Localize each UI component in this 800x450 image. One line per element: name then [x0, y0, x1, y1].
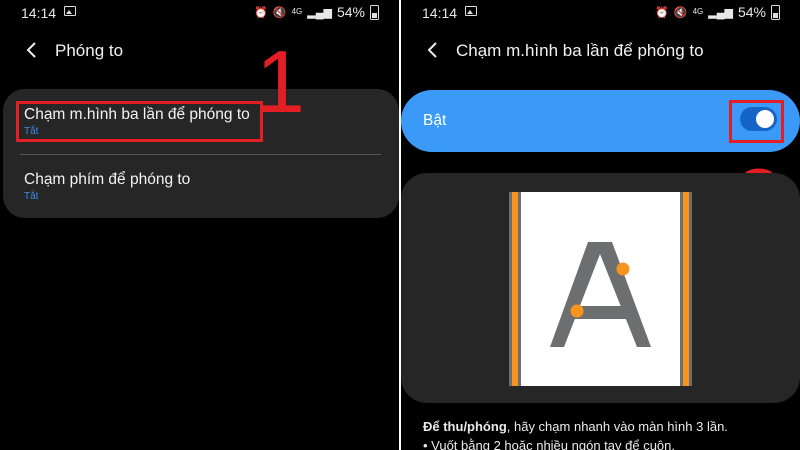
back-arrow-icon[interactable]: [24, 40, 40, 60]
network-label: 4G: [692, 7, 704, 16]
mute-icon: 🔇: [673, 6, 688, 19]
divider: [20, 154, 381, 155]
status-time: 14:14: [422, 5, 458, 21]
alarm-icon: ⏰: [655, 6, 669, 19]
signal-icon: ▂▄▆: [307, 6, 332, 19]
touch-point-icon: [616, 262, 630, 276]
list-item-button-zoom[interactable]: Chạm phím để phóng to Tắt: [24, 171, 190, 202]
page-title: Chạm m.hình ba lần để phóng to: [456, 41, 704, 60]
battery-icon: [771, 4, 780, 20]
alarm-icon: ⏰: [254, 6, 268, 19]
list-item-label: Chạm phím để phóng to: [24, 171, 191, 188]
description: Để thu/phóng, hãy chạm nhanh vào màn hìn…: [423, 419, 728, 450]
signal-icon: ▂▄▆: [708, 6, 733, 19]
battery-percent: 54%: [336, 4, 365, 20]
mute-icon: 🔇: [272, 6, 287, 19]
highlight-box: [16, 101, 263, 142]
battery-icon: [370, 4, 379, 20]
preview-card: [401, 173, 800, 403]
zoom-preview-illustration: [509, 192, 692, 386]
toggle-label: Bật: [423, 112, 447, 129]
back-arrow-icon[interactable]: [425, 40, 441, 60]
gallery-icon: [465, 6, 477, 16]
list-item-status: Tắt: [24, 191, 39, 202]
status-time: 14:14: [21, 5, 57, 21]
network-label: 4G: [291, 7, 303, 16]
app-bar: Chạm m.hình ba lần để phóng to: [401, 30, 800, 70]
page-title: Phóng to: [55, 41, 124, 60]
left-screen: 14:14 ⏰ 🔇 4G ▂▄▆ 54% Phóng to Chạm m.hìn…: [0, 0, 399, 450]
touch-point-icon: [570, 304, 584, 318]
gallery-icon: [64, 6, 76, 16]
right-screen: 14:14 ⏰ 🔇 4G ▂▄▆ 54% Chạm m.hình ba lần …: [401, 0, 800, 450]
highlight-box: [729, 100, 784, 143]
status-bar: 14:14 ⏰ 🔇 4G ▂▄▆ 54%: [0, 0, 399, 26]
status-bar: 14:14 ⏰ 🔇 4G ▂▄▆ 54%: [401, 0, 800, 26]
battery-percent: 54%: [737, 4, 766, 20]
app-bar: Phóng to: [0, 30, 399, 70]
step-number: 1: [256, 32, 305, 131]
